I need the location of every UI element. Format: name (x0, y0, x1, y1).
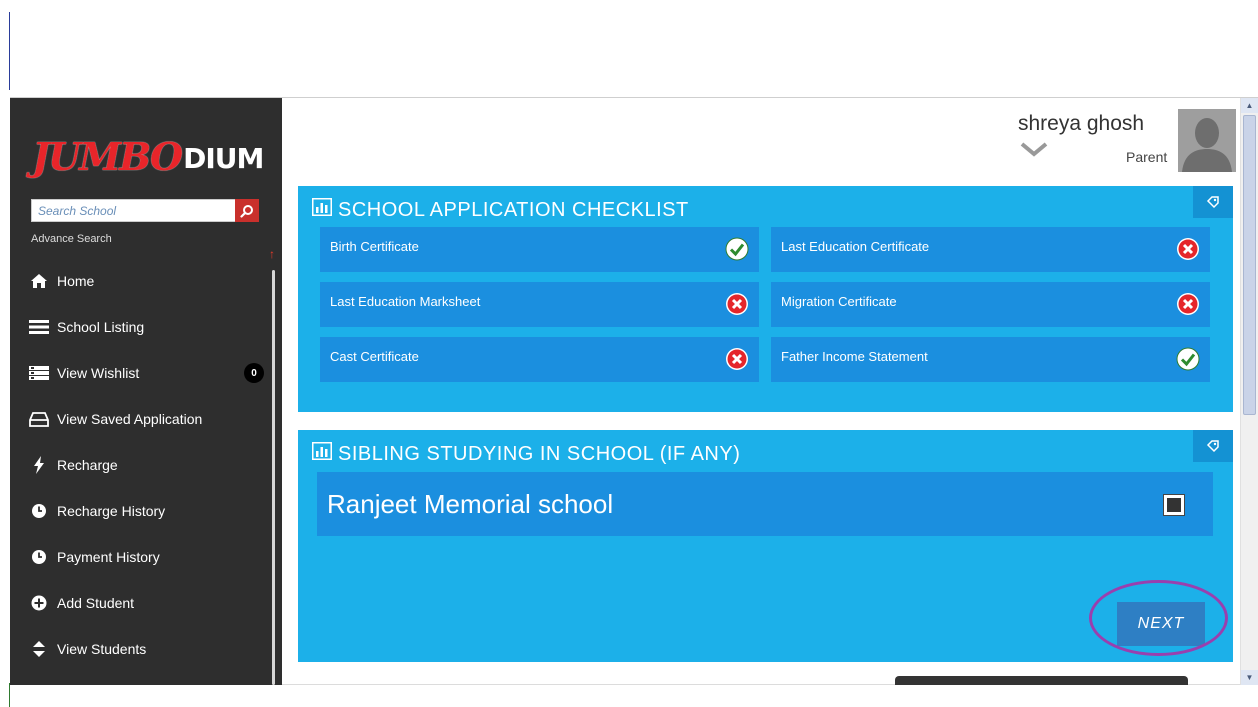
checklist-item-cast-certificate: Cast Certificate (320, 337, 759, 382)
check-icon (1176, 347, 1200, 371)
cross-icon (726, 293, 748, 315)
checklist-title-text: SCHOOL APPLICATION CHECKLIST (338, 198, 689, 221)
sidebar-item-payment-history[interactable]: Payment History (28, 534, 264, 580)
checklist-item-label: Migration Certificate (781, 294, 897, 309)
sidebar-item-school-listing[interactable]: School Listing (28, 304, 264, 350)
list-icon (28, 317, 50, 337)
check-icon (725, 237, 749, 261)
advance-search-link[interactable]: Advance Search (31, 233, 112, 245)
bolt-icon (28, 455, 50, 475)
sidebar-item-recharge-history[interactable]: Recharge History (28, 488, 264, 534)
next-button[interactable]: NEXT (1117, 602, 1205, 646)
search-button[interactable] (235, 199, 259, 222)
checklist-item-birth-certificate: Birth Certificate (320, 227, 759, 272)
clock-icon (28, 501, 50, 521)
home-icon (28, 271, 50, 291)
checklist-title: SCHOOL APPLICATION CHECKLIST (312, 198, 689, 222)
sidebar-item-recharge[interactable]: Recharge (28, 442, 264, 488)
user-role: Parent (1126, 149, 1168, 165)
bar-chart-icon (312, 198, 332, 222)
sidebar-item-label: School Listing (57, 319, 145, 335)
search-box (31, 199, 259, 222)
sort-icon (28, 639, 50, 659)
sidebar-item-label: Add Student (57, 595, 135, 611)
footer-dark-bar (895, 676, 1188, 685)
triangle-down-icon: ▼ (1245, 673, 1254, 682)
sidebar-scrollbar[interactable]: ↑ (269, 248, 277, 685)
drive-icon (28, 409, 50, 429)
wishlist-icon (28, 363, 50, 383)
text-cursor-line (9, 12, 10, 90)
scroll-down-button[interactable]: ▼ (1241, 670, 1258, 685)
sidebar-item-label: Recharge (57, 457, 118, 473)
sidebar-item-home[interactable]: Home (28, 258, 264, 304)
sidebar-item-label: Payment History (57, 549, 160, 565)
user-silhouette-icon (1178, 109, 1236, 172)
page-scrollbar[interactable]: ▲ ▼ (1240, 98, 1258, 685)
checklist-item-last-education-marksheet: Last Education Marksheet (320, 282, 759, 327)
checklist-panel: SCHOOL APPLICATION CHECKLIST Birth Certi… (298, 186, 1233, 412)
user-menu-toggle[interactable] (1020, 142, 1048, 163)
checklist-item-father-income-statement: Father Income Statement (771, 337, 1210, 382)
sibling-title-text: SIBLING STUDYING IN SCHOOL (IF ANY) (338, 442, 741, 465)
cross-icon (1177, 238, 1199, 260)
sibling-panel: SIBLING STUDYING IN SCHOOL (IF ANY) Ranj… (298, 430, 1233, 662)
app-frame: JUMBO DIUM Advance Search ↑ Home (10, 97, 1258, 685)
sidebar-item-label: View Students (57, 641, 147, 657)
sidebar: JUMBO DIUM Advance Search ↑ Home (10, 98, 282, 685)
sidebar-item-view-students[interactable]: View Students (28, 626, 264, 672)
search-icon (240, 204, 253, 218)
chevron-down-icon (1020, 142, 1048, 157)
sibling-school-checkbox[interactable] (1163, 494, 1185, 516)
checklist-item-migration-certificate: Migration Certificate (771, 282, 1210, 327)
sibling-school-row: Ranjeet Memorial school (317, 472, 1213, 536)
logo-text-white: DIUM (183, 142, 264, 175)
tag-icon (1206, 196, 1219, 209)
cross-icon (726, 348, 748, 370)
scroll-up-button[interactable]: ▲ (1241, 98, 1258, 113)
cross-icon (1177, 293, 1199, 315)
sidebar-item-label: View Saved Application (57, 411, 203, 427)
search-input[interactable] (32, 200, 244, 221)
arrow-up-icon: ↑ (269, 247, 275, 261)
checklist-item-label: Cast Certificate (330, 349, 419, 364)
text-cursor-line-bottom (9, 683, 10, 707)
triangle-up-icon: ▲ (1245, 101, 1254, 110)
checklist-item-label: Last Education Certificate (781, 239, 930, 254)
clock-icon (28, 547, 50, 567)
user-name: shreya ghosh (1018, 112, 1145, 135)
checklist-item-label: Birth Certificate (330, 239, 419, 254)
sidebar-item-view-wishlist[interactable]: View Wishlist 0 (28, 350, 264, 396)
sidebar-item-add-student[interactable]: Add Student (28, 580, 264, 626)
plus-circle-icon (28, 593, 50, 613)
checklist-item-last-education-certificate: Last Education Certificate (771, 227, 1210, 272)
sidebar-item-view-saved-application[interactable]: View Saved Application (28, 396, 264, 442)
sibling-title: SIBLING STUDYING IN SCHOOL (IF ANY) (312, 442, 740, 466)
brand-logo[interactable]: JUMBO DIUM (32, 133, 264, 179)
panel-tag-button[interactable] (1193, 430, 1233, 462)
sidebar-item-label: Recharge History (57, 503, 166, 519)
sibling-school-name: Ranjeet Memorial school (327, 489, 614, 519)
bar-chart-icon (312, 442, 332, 466)
sidebar-scroll-thumb[interactable] (272, 270, 275, 685)
checklist-item-label: Last Education Marksheet (330, 294, 481, 309)
scroll-thumb[interactable] (1243, 115, 1256, 415)
sidebar-item-label: View Wishlist (57, 365, 140, 381)
sidebar-nav: Home School Listing View Wishlist 0 View… (28, 258, 264, 672)
checklist-item-label: Father Income Statement (781, 349, 928, 364)
logo-text-red: JUMBO (32, 134, 183, 179)
panel-tag-button[interactable] (1193, 186, 1233, 218)
wishlist-count-badge: 0 (244, 363, 264, 383)
tag-icon (1206, 440, 1219, 453)
sidebar-item-label: Home (57, 273, 95, 289)
avatar[interactable] (1178, 109, 1236, 172)
